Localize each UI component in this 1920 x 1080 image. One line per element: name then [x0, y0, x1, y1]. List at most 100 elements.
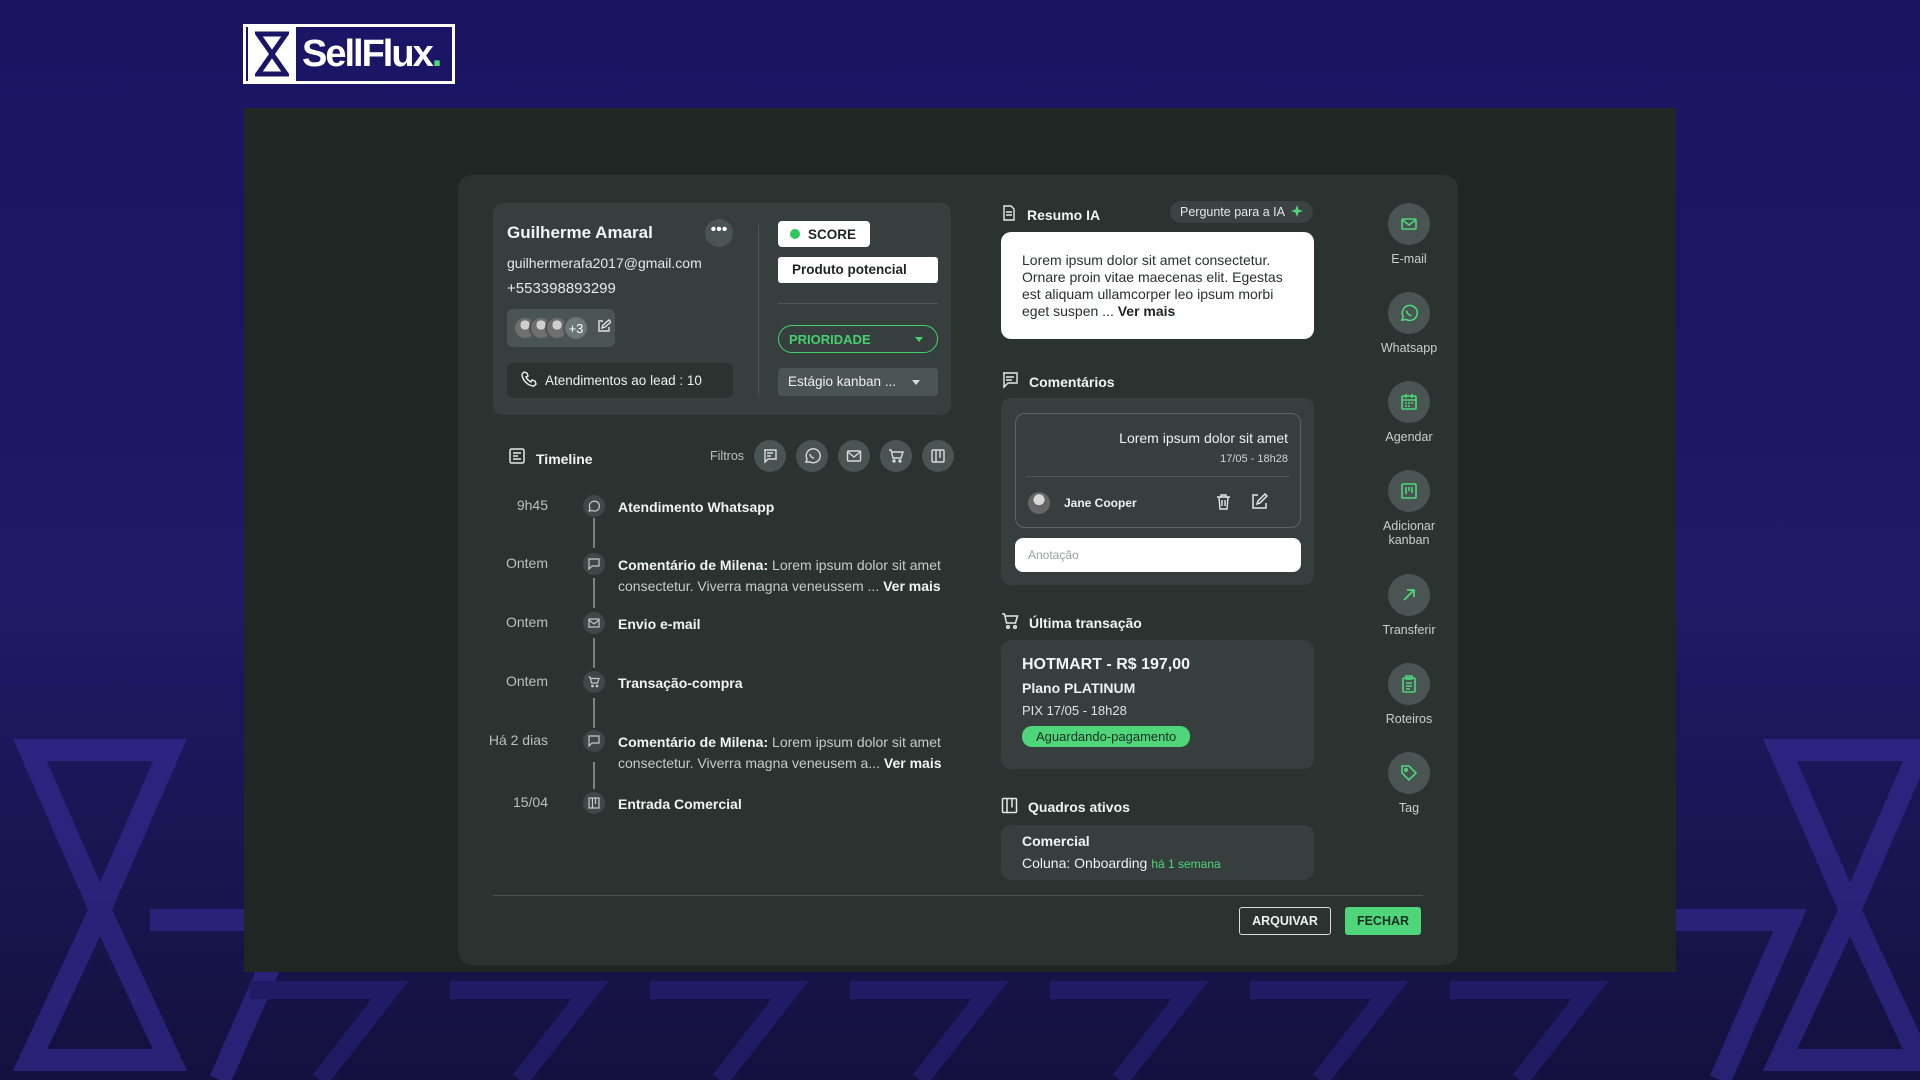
comment-date: 17/05 - 18h28 — [1220, 453, 1288, 465]
brand-logo: SellFlux. — [243, 24, 455, 84]
action-label: Adicionar kanban — [1382, 519, 1436, 547]
kanban-icon — [1001, 797, 1018, 817]
status-badge: Aguardando-pagamento — [1022, 726, 1191, 747]
timeline-list: 9h45 Atendimento Whatsapp Ontem Comentário … — [458, 175, 958, 814]
filter-mail-button[interactable] — [838, 440, 871, 472]
kanban-icon — [583, 792, 605, 814]
comments-title: Comentários — [1029, 373, 1115, 390]
filter-comment-button[interactable] — [754, 440, 787, 472]
lead-name: Guilherme Amaral — [507, 223, 653, 242]
timeline-item-title: Comentário de Milena: — [618, 557, 769, 573]
chevron-down-icon — [915, 337, 923, 342]
annotation-input[interactable] — [1015, 538, 1301, 572]
members-group[interactable]: +3 — [507, 309, 615, 347]
see-more-link[interactable]: Ver mais — [1118, 303, 1176, 319]
priority-label: PRIORIDADE — [789, 332, 871, 347]
comment-text: Lorem ipsum dolor sit amet — [1119, 430, 1288, 446]
avatar — [1028, 492, 1050, 514]
trash-icon[interactable] — [1216, 494, 1231, 515]
mail-icon — [583, 612, 605, 634]
timeline-time: Ontem — [505, 614, 548, 630]
timeline-time: 9h45 — [516, 497, 548, 513]
close-button[interactable]: FECHAR — [1345, 907, 1421, 935]
whatsapp-icon — [583, 495, 605, 517]
priority-select[interactable]: PRIORIDADE — [778, 325, 938, 353]
filter-cart-button[interactable] — [880, 440, 913, 472]
action-add-kanban[interactable]: Adicionar kanban — [1362, 470, 1456, 547]
timeline-title: Timeline — [536, 450, 593, 467]
ia-summary-header: Resumo IA — [1001, 205, 1100, 224]
attendances-button[interactable]: Atendimentos ao lead : 10 — [507, 363, 733, 398]
transaction-headline: HOTMART - R$ 197,00 — [1022, 656, 1191, 673]
divider — [1026, 476, 1290, 477]
lead-email: guilhermerafa2017@gmail.com — [507, 255, 702, 271]
arrow-up-right-icon — [1388, 574, 1430, 616]
calendar-icon — [1388, 381, 1430, 423]
timeline-time: 15/04 — [512, 794, 548, 810]
timeline-item-title: Entrada Comercial — [618, 796, 742, 812]
comment-icon — [583, 553, 605, 575]
ask-ai-button[interactable]: Pergunte para a IA — [1170, 201, 1313, 223]
timeline-text: Comentário de Milena: Lorem ipsum dolor … — [618, 555, 948, 597]
edit-icon[interactable] — [1251, 492, 1269, 515]
see-more-link[interactable]: Ver mais — [883, 578, 941, 594]
sparkle-icon — [1290, 204, 1303, 220]
action-whatsapp[interactable]: Whatsapp — [1362, 292, 1456, 355]
board-name: Comercial — [1022, 833, 1090, 849]
action-tag[interactable]: Tag — [1362, 752, 1456, 815]
lead-phone: +553398893299 — [507, 280, 616, 297]
action-transfer[interactable]: Transferir — [1362, 574, 1456, 637]
action-label: Transferir — [1382, 623, 1436, 637]
timeline-filters: Filtros — [710, 440, 955, 472]
lead-card: Guilherme Amaral ••• guilhermerafa2017@g… — [493, 203, 951, 415]
timeline-time: Há 2 dias — [488, 732, 548, 748]
cart-icon — [583, 671, 605, 693]
timeline-connector — [593, 638, 595, 668]
transaction-card: HOTMART - R$ 197,00 Plano PLATINUM PIX 1… — [1001, 640, 1314, 769]
see-more-link[interactable]: Ver mais — [884, 755, 942, 771]
lead-tag-badge: Produto potencial — [778, 257, 938, 283]
filter-kanban-button[interactable] — [922, 440, 955, 472]
chevron-down-icon — [912, 380, 920, 385]
brand-name: SellFlux. — [302, 32, 442, 75]
filter-whatsapp-button[interactable] — [796, 440, 829, 472]
timeline-item-title: Atendimento Whatsapp — [618, 499, 775, 515]
timeline-text: Comentário de Milena: Lorem ipsum dolor … — [618, 732, 948, 774]
more-options-button[interactable]: ••• — [705, 219, 733, 247]
action-email[interactable]: E-mail — [1362, 203, 1456, 266]
archive-button[interactable]: ARQUIVAR — [1239, 907, 1331, 935]
divider — [778, 303, 938, 304]
timeline-item-title: Transação-compra — [618, 675, 743, 691]
timeline-time: Ontem — [505, 673, 548, 689]
timeline-item-title: Envio e-mail — [618, 616, 701, 632]
timeline-connector — [593, 762, 595, 789]
comment-icon — [1001, 371, 1019, 392]
ia-summary-title: Resumo IA — [1027, 206, 1101, 223]
board-column-label: Coluna: Onboarding — [1022, 855, 1148, 871]
kanban-stage-label: Estágio kanban ... — [788, 374, 897, 389]
comments-panel: Lorem ipsum dolor sit amet 17/05 - 18h28… — [1001, 398, 1314, 585]
board-time: há 1 semana — [1151, 857, 1221, 871]
comment-icon — [764, 449, 777, 464]
phone-icon — [521, 371, 537, 390]
timeline-icon — [508, 447, 526, 470]
action-schedule[interactable]: Agendar — [1362, 381, 1456, 444]
filters-label: Filtros — [710, 449, 745, 463]
cart-icon — [889, 449, 905, 463]
mail-icon — [846, 450, 862, 462]
kanban-stage-select[interactable]: Estágio kanban ... — [778, 368, 938, 396]
edit-icon[interactable] — [597, 318, 613, 338]
mail-icon — [1388, 203, 1430, 245]
lead-modal: Guilherme Amaral ••• guilhermerafa2017@g… — [458, 175, 1458, 965]
comment-author: Jane Cooper — [1064, 496, 1137, 510]
timeline-connector — [593, 698, 595, 728]
transaction-plan: Plano PLATINUM — [1022, 680, 1136, 696]
board-card[interactable]: Comercial Coluna: Onboarding há 1 semana — [1001, 825, 1314, 880]
action-scripts[interactable]: Roteiros — [1362, 663, 1456, 726]
timeline-header: Timeline — [508, 447, 593, 470]
timeline-time: Ontem — [505, 555, 548, 571]
boards-title: Quadros ativos — [1028, 799, 1130, 815]
document-icon — [1001, 205, 1017, 224]
whatsapp-icon — [1388, 292, 1430, 334]
extra-members-count: +3 — [563, 315, 589, 341]
